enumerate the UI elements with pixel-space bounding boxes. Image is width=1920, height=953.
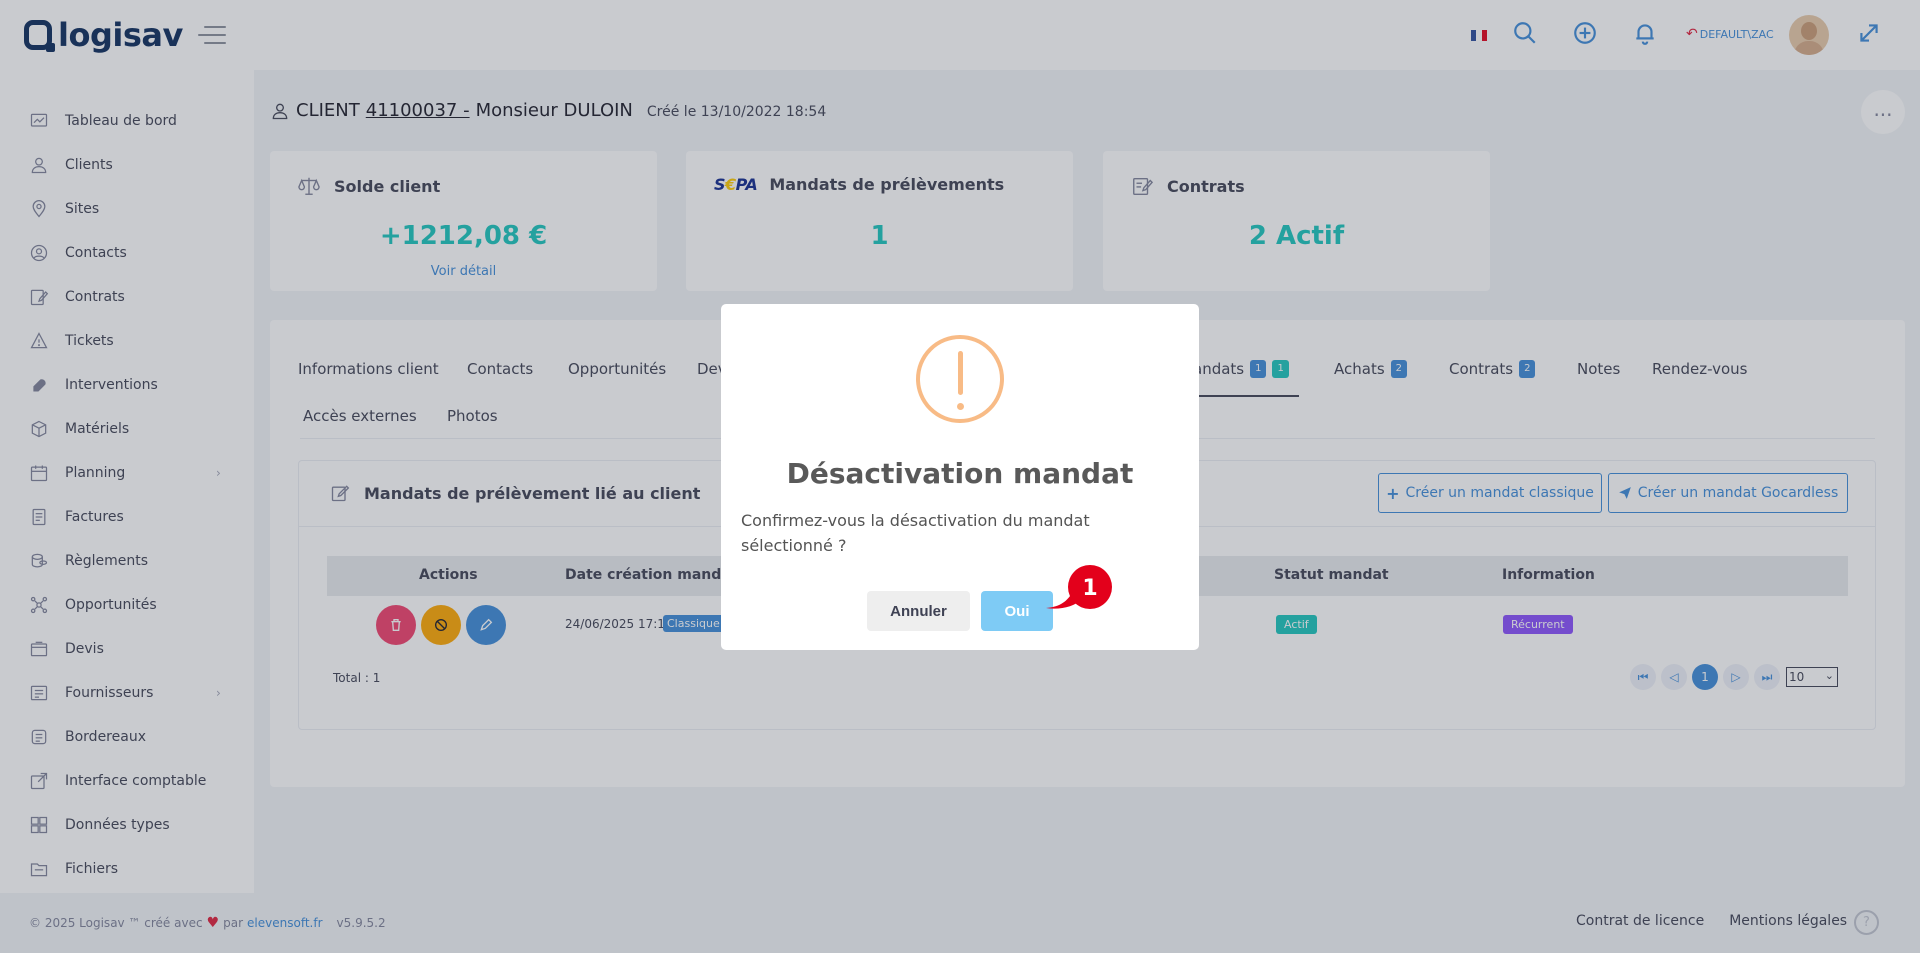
confirm-button[interactable]: Oui bbox=[981, 591, 1053, 631]
cancel-button[interactable]: Annuler bbox=[867, 591, 970, 631]
callout-number: 1 bbox=[1082, 576, 1097, 601]
step-callout: 1 bbox=[1046, 565, 1112, 609]
dialog-message: Confirmez-vous la désactivation du manda… bbox=[741, 511, 1090, 555]
warning-icon bbox=[916, 335, 1004, 423]
confirm-dialog: Désactivation mandat Confirmez-vous la d… bbox=[721, 304, 1199, 650]
dialog-title: Désactivation mandat bbox=[786, 457, 1134, 490]
